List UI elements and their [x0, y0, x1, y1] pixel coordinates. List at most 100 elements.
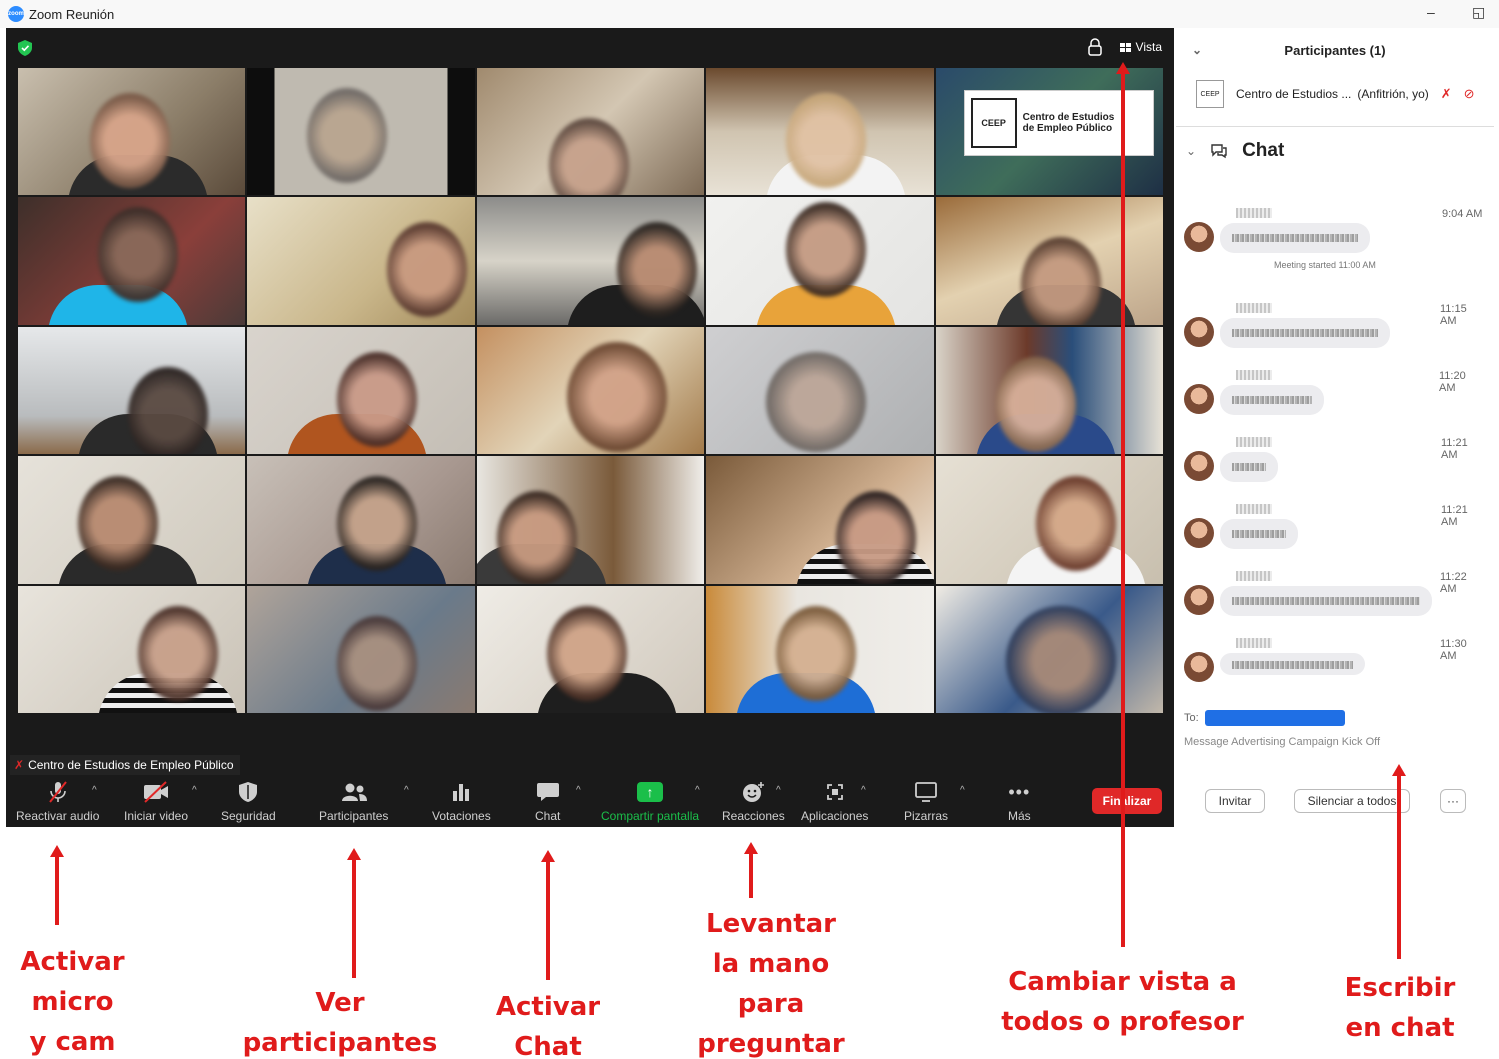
message-time: 11:22 AM [1440, 571, 1467, 595]
video-tile[interactable] [247, 68, 475, 196]
cep-crest-icon: CEEP [970, 98, 1017, 148]
video-tile[interactable] [935, 585, 1163, 713]
recipient-selector[interactable] [1204, 710, 1345, 726]
top-right-controls: Vista [1087, 38, 1162, 56]
view-grid-icon [1119, 42, 1131, 52]
invite-button[interactable]: Invitar [1205, 789, 1265, 813]
end-meeting-button[interactable]: Finalizar [1092, 788, 1162, 814]
video-tile[interactable] [476, 326, 705, 455]
video-tile[interactable] [476, 585, 705, 713]
participants-icon [340, 779, 368, 805]
annotation-arrow [541, 850, 555, 980]
message-bubble [1220, 318, 1390, 348]
unmute-audio-button[interactable]: Reactivar audio [16, 779, 99, 823]
share-options-chevron-icon[interactable]: ^ [695, 785, 700, 796]
video-tile[interactable] [18, 326, 246, 455]
avatar [1184, 451, 1214, 481]
video-tile[interactable] [706, 326, 934, 455]
message-time: 11:21 AM [1441, 504, 1468, 528]
mute-all-button[interactable]: Silenciar a todos [1294, 789, 1410, 813]
speaker-name: Centro de Estudios de Empleo Público [28, 758, 234, 772]
avatar [1184, 585, 1214, 615]
video-tile[interactable] [18, 68, 246, 196]
title-bar: zoom Zoom Reunión – ◱ [0, 0, 1499, 28]
video-tile[interactable] [18, 197, 246, 325]
collapse-participants-chevron-icon[interactable]: ⌄ [1192, 43, 1202, 57]
video-tile[interactable] [247, 585, 475, 713]
video-tile[interactable] [18, 456, 246, 584]
video-tile[interactable] [247, 197, 475, 325]
start-video-button[interactable]: Iniciar video [124, 779, 188, 823]
cep-logo-line2: de Empleo Público [1022, 123, 1113, 134]
more-options-button[interactable]: ··· [1440, 789, 1466, 813]
avatar [1184, 384, 1214, 414]
participants-options-chevron-icon[interactable]: ^ [404, 785, 409, 796]
video-tile[interactable] [476, 456, 705, 584]
reactions-options-chevron-icon[interactable]: ^ [776, 785, 781, 796]
annotation-arrow [347, 848, 361, 978]
chat-options-chevron-icon[interactable]: ^ [576, 785, 581, 796]
video-options-chevron-icon[interactable]: ^ [192, 785, 197, 796]
video-tile[interactable] [706, 197, 934, 325]
avatar [1184, 317, 1214, 347]
lock-icon[interactable] [1087, 38, 1102, 56]
participant-role: (Anfitrión, yo) [1357, 87, 1429, 101]
collapse-chat-chevron-icon[interactable]: ⌄ [1186, 144, 1196, 158]
security-button[interactable]: Seguridad [221, 779, 276, 823]
video-tile[interactable] [247, 326, 475, 455]
chat-title: Chat [1242, 140, 1285, 161]
video-tile[interactable] [18, 585, 246, 713]
chat-button[interactable]: Chat [535, 779, 560, 823]
video-tile[interactable]: CEEP Centro de Estudios de Empleo Públic… [935, 68, 1163, 196]
security-shield-icon[interactable] [18, 40, 32, 56]
annotation-arrow [1116, 62, 1130, 947]
video-tile[interactable] [935, 197, 1163, 325]
recipient-row: To: [1184, 710, 1345, 726]
system-message: Meeting started 11:00 AM [1274, 260, 1376, 270]
meeting-toolbar: Reactivar audio ^ Iniciar video ^ Seguri… [6, 773, 1174, 827]
participants-button[interactable]: Participantes [319, 779, 388, 823]
whiteboards-options-chevron-icon[interactable]: ^ [960, 785, 965, 796]
participant-row[interactable]: CEEP Centro de Estudios ... (Anfitrión, … [1196, 80, 1475, 108]
avatar [1184, 222, 1214, 252]
video-tile[interactable] [706, 456, 934, 584]
cep-logo-line1: Centro de Estudios [1022, 112, 1115, 123]
more-dots-icon: ••• [1008, 781, 1031, 802]
security-shield-icon [238, 779, 258, 805]
message-bubble [1220, 223, 1370, 253]
annotation-micro: Activar micro y cam [20, 947, 125, 1057]
apps-options-chevron-icon[interactable]: ^ [861, 785, 866, 796]
view-button[interactable]: Vista [1119, 40, 1162, 54]
message-time: 11:30 AM [1440, 638, 1467, 662]
restore-button[interactable]: ◱ [1472, 4, 1485, 21]
whiteboard-icon [914, 779, 938, 805]
audio-options-chevron-icon[interactable]: ^ [92, 785, 97, 796]
annotation-chat: Activar Chat [495, 992, 601, 1059]
participant-name: Centro de Estudios ... [1236, 87, 1352, 101]
polls-button[interactable]: Votaciones [432, 779, 491, 823]
video-tile[interactable] [476, 68, 705, 196]
apps-button[interactable]: Aplicaciones [801, 779, 868, 823]
avatar [1184, 652, 1214, 682]
message-bubble [1220, 385, 1324, 415]
muted-mic-icon: ✗ [14, 758, 25, 772]
share-screen-button[interactable]: ↑ Compartir pantalla [601, 779, 699, 823]
avatar: CEEP [1196, 80, 1224, 108]
muted-microphone-icon [46, 779, 70, 805]
video-tile[interactable] [935, 326, 1163, 455]
chat-icon [1211, 144, 1227, 159]
whiteboards-button[interactable]: Pizarras [904, 779, 948, 823]
video-tile[interactable] [935, 456, 1163, 584]
video-tile[interactable] [476, 197, 705, 325]
polls-bar-chart-icon [450, 779, 472, 805]
share-screen-arrow-icon: ↑ [637, 782, 664, 802]
video-tile[interactable] [706, 585, 934, 713]
video-off-icon: ⊘ [1463, 86, 1475, 101]
video-tile[interactable] [706, 68, 934, 196]
message-time: 11:20 AM [1439, 370, 1466, 394]
chat-message-input[interactable]: Message Advertising Campaign Kick Off [1184, 736, 1380, 748]
video-tile[interactable] [247, 456, 475, 584]
minimize-button[interactable]: – [1427, 4, 1435, 20]
participants-title: Participantes (1) [1284, 42, 1386, 58]
more-button[interactable]: ••• Más [1008, 779, 1031, 824]
